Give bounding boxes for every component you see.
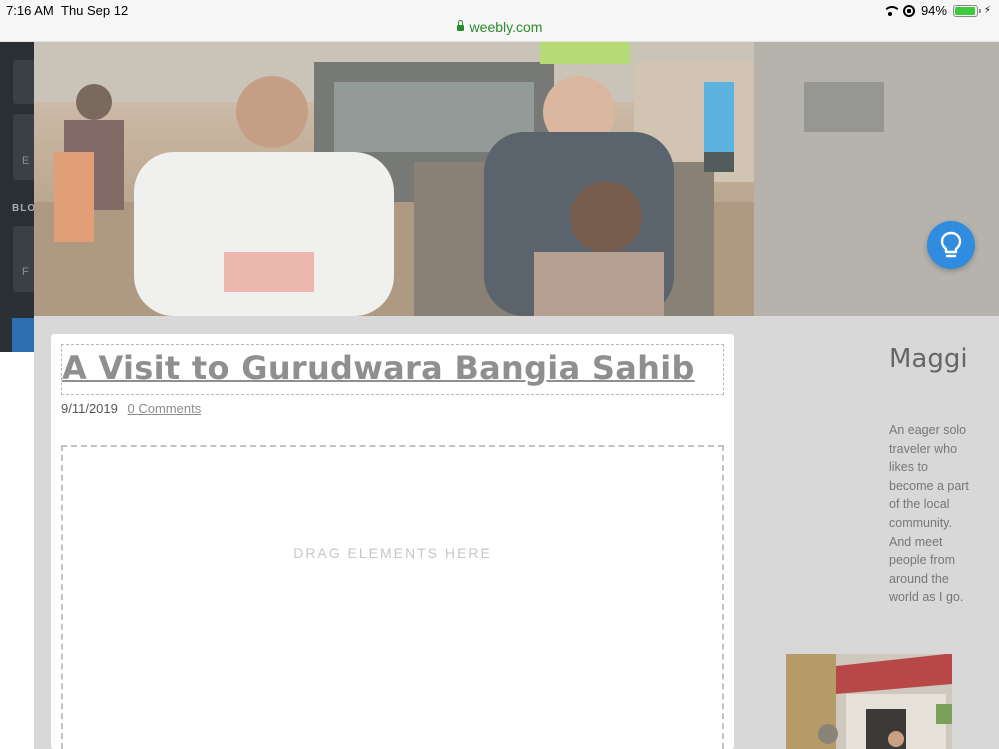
address-bar[interactable]: weebly.com <box>0 19 999 35</box>
editor-field-label: E <box>22 155 30 167</box>
lock-icon <box>456 20 464 31</box>
wifi-icon <box>882 5 901 16</box>
battery-icon <box>952 4 981 17</box>
comments-link[interactable]: 0 Comments <box>128 401 202 416</box>
sidebar-author-bio: An eager solo traveler who likes to beco… <box>889 423 969 605</box>
drop-zone-label: DRAG ELEMENTS HERE <box>293 545 492 561</box>
status-date: Thu Sep 12 <box>61 3 129 18</box>
drop-zone[interactable]: DRAG ELEMENTS HERE <box>61 445 724 749</box>
status-time: 7:16 AM <box>6 3 54 18</box>
battery-percent: 94% <box>920 3 947 18</box>
lightbulb-icon <box>940 231 962 258</box>
header-image[interactable] <box>34 42 999 316</box>
editor-field-label: F <box>22 266 29 278</box>
address-url: weebly.com <box>469 19 543 35</box>
editor-action-button[interactable] <box>12 318 34 352</box>
hero-overlay <box>34 42 999 316</box>
status-bar: 7:16 AM Thu Sep 12 weebly.com 94% ⚡ <box>0 0 999 42</box>
post-date: 9/11/2019 <box>61 401 118 416</box>
editor-section-label: BLO <box>12 203 37 214</box>
editor-field[interactable] <box>13 226 34 292</box>
editor-field[interactable] <box>13 114 34 180</box>
sidebar-photo[interactable] <box>786 654 952 749</box>
sidebar-author-name: Maggi <box>889 344 968 374</box>
charging-icon: ⚡ <box>983 5 991 16</box>
orientation-lock-icon <box>902 4 915 17</box>
editor-side-panel: E BLO F <box>0 42 37 352</box>
temple-photo <box>786 654 952 749</box>
editor-field[interactable] <box>13 60 34 104</box>
status-indicators: 94% ⚡ <box>882 3 991 18</box>
post-meta: 9/11/2019 0 Comments <box>61 401 201 416</box>
help-button[interactable] <box>927 221 975 269</box>
post-title[interactable]: A Visit to Gurudwara Bangia Sahib <box>62 349 695 387</box>
editor-panel-lower <box>0 352 34 749</box>
